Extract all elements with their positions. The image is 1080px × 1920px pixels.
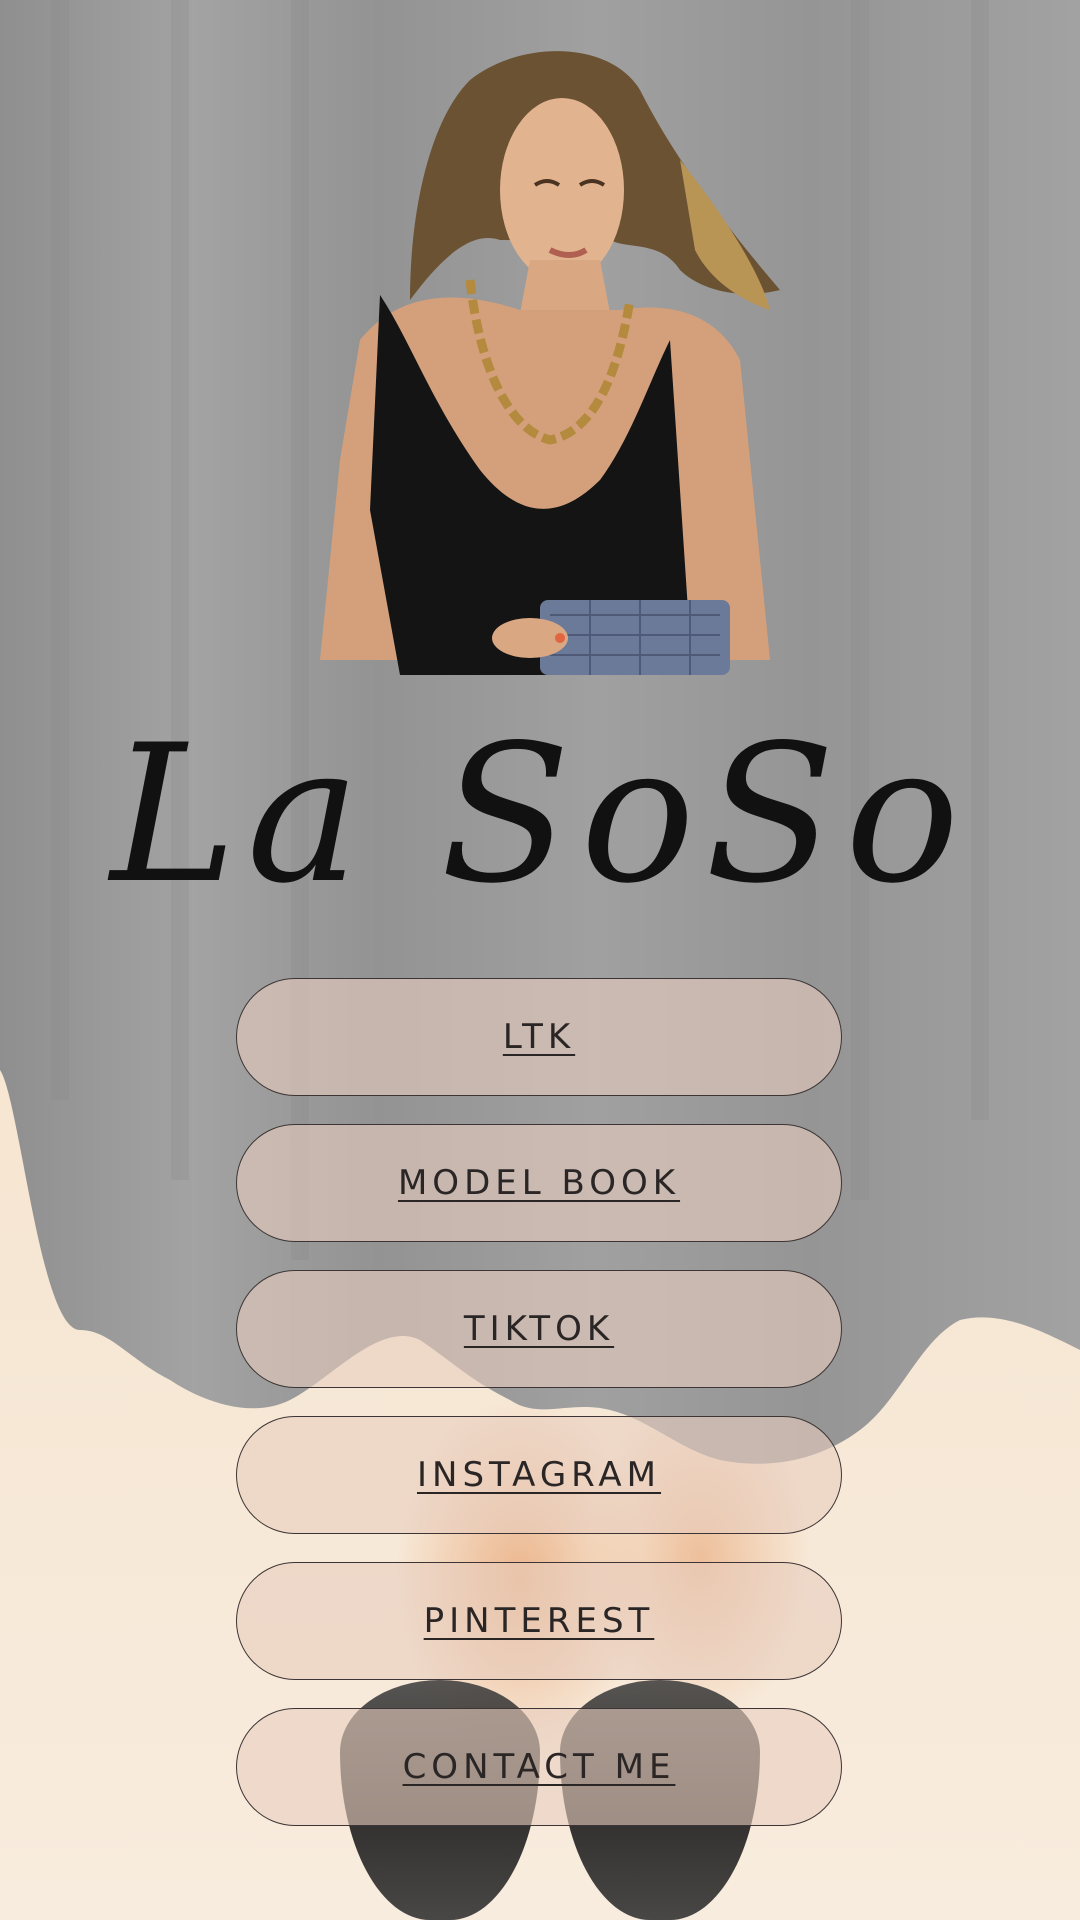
link-button-instagram[interactable]: INSTAGRAM bbox=[236, 1416, 842, 1534]
link-button-pinterest[interactable]: PINTEREST bbox=[236, 1562, 842, 1680]
link-button-ltk[interactable]: LTK bbox=[236, 978, 842, 1096]
profile-portrait-image bbox=[320, 51, 780, 675]
link-list: LTK MODEL BOOK TIKTOK INSTAGRAM PINTERES… bbox=[236, 978, 844, 1854]
link-button-model-book[interactable]: MODEL BOOK bbox=[236, 1124, 842, 1242]
link-button-contact-me[interactable]: CONTACT ME bbox=[236, 1708, 842, 1826]
link-button-tiktok[interactable]: TIKTOK bbox=[236, 1270, 842, 1388]
brand-logo: La SoSo bbox=[110, 704, 970, 925]
